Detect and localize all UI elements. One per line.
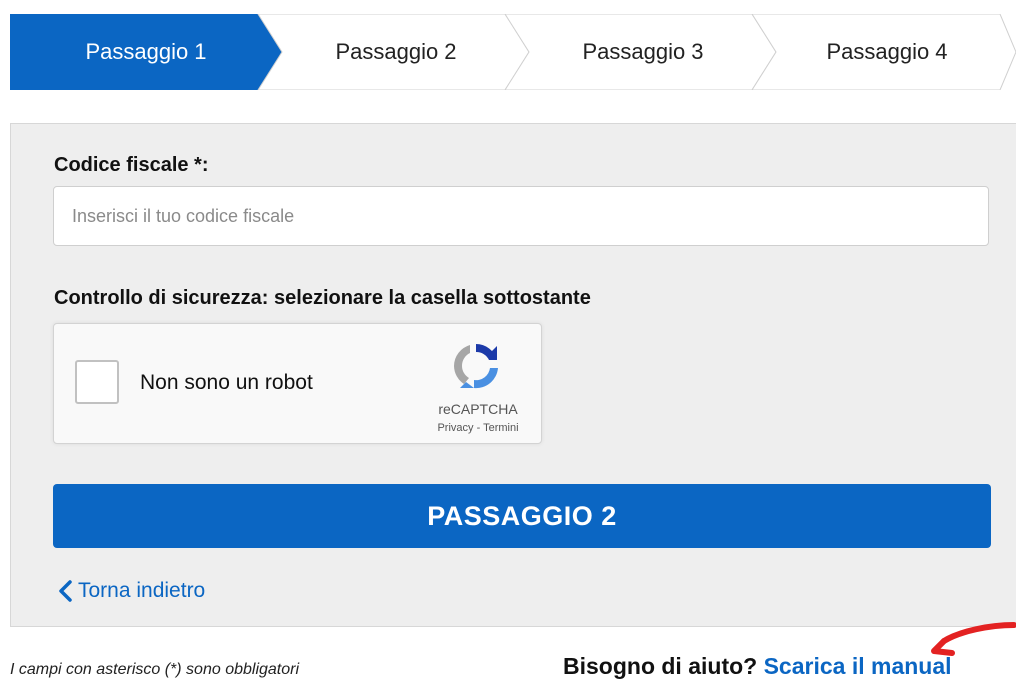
recaptcha-brand: reCAPTCHA — [438, 401, 518, 417]
step-1-label[interactable]: Passaggio 1 — [10, 14, 282, 90]
step-2-label[interactable]: Passaggio 2 — [268, 14, 524, 90]
help-question: Bisogno di aiuto? — [563, 653, 758, 679]
red-arrow-annotation — [931, 622, 1016, 656]
codice-fiscale-input[interactable] — [53, 186, 989, 246]
download-manual-link[interactable]: Scarica il manual — [764, 653, 952, 679]
chevron-left-icon — [59, 580, 72, 602]
recaptcha-privacy-terms-links[interactable]: Privacy - Termini — [422, 422, 534, 434]
codice-fiscale-label: Codice fiscale *: — [54, 154, 209, 176]
recaptcha-logo-icon — [454, 344, 498, 389]
back-link[interactable]: Torna indietro — [56, 579, 205, 603]
next-step-button[interactable]: PASSAGGIO 2 — [53, 484, 991, 548]
step-4-label[interactable]: Passaggio 4 — [762, 14, 1012, 90]
step-3-label[interactable]: Passaggio 3 — [515, 14, 771, 90]
recaptcha-checkbox[interactable] — [75, 360, 119, 404]
form-panel: Codice fiscale *: Controllo di sicurezza… — [10, 123, 1016, 627]
help-section: Bisogno di aiuto? Scarica il manual — [563, 653, 952, 680]
recaptcha-widget: Non sono un robot reCAPTCHA Privacy - Te… — [53, 323, 542, 444]
required-fields-note: I campi con asterisco (*) sono obbligato… — [10, 661, 300, 678]
step-navigation: Passaggio 1 Passaggio 2 Passaggio 3 Pass… — [10, 14, 1016, 90]
security-check-label: Controllo di sicurezza: selezionare la c… — [54, 287, 591, 309]
back-link-label: Torna indietro — [78, 579, 206, 602]
recaptcha-checkbox-label: Non sono un robot — [140, 371, 313, 394]
